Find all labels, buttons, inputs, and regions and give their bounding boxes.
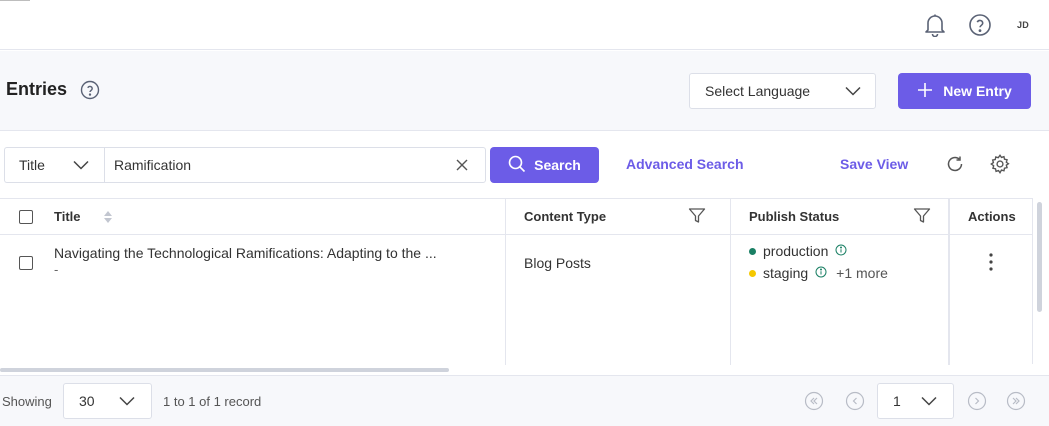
search-input[interactable] bbox=[114, 148, 444, 182]
publish-status-production: production bbox=[749, 243, 847, 259]
page-header: Entries Select Language New Entry bbox=[0, 51, 1049, 131]
status-dot bbox=[749, 269, 756, 277]
per-page-select[interactable]: 30 bbox=[63, 383, 152, 419]
language-select[interactable]: Select Language bbox=[689, 73, 876, 109]
avatar[interactable]: JD bbox=[1010, 12, 1036, 38]
language-select-label: Select Language bbox=[705, 83, 811, 99]
save-view-link[interactable]: Save View bbox=[840, 156, 908, 172]
search-icon bbox=[508, 155, 526, 176]
plus-icon bbox=[917, 82, 933, 101]
row-checkbox[interactable] bbox=[19, 256, 33, 270]
status-dot bbox=[749, 247, 756, 255]
search-input-wrapper bbox=[104, 147, 486, 183]
sort-icon[interactable] bbox=[104, 211, 112, 226]
more-vertical-icon[interactable] bbox=[983, 252, 999, 272]
next-page-icon[interactable] bbox=[967, 391, 987, 411]
showing-label: Showing bbox=[2, 394, 52, 409]
refresh-icon[interactable] bbox=[943, 152, 967, 176]
info-icon[interactable] bbox=[815, 265, 827, 281]
vertical-scrollbar-thumb[interactable] bbox=[1037, 202, 1042, 312]
advanced-search-link[interactable]: Advanced Search bbox=[626, 156, 744, 172]
search-button[interactable]: Search bbox=[490, 147, 599, 183]
chevron-down-icon bbox=[73, 157, 89, 173]
settings-gear-icon[interactable] bbox=[988, 152, 1012, 176]
column-header-publish-status: Publish Status bbox=[749, 209, 840, 224]
chevron-down-icon bbox=[845, 83, 861, 99]
filter-icon[interactable] bbox=[913, 207, 931, 228]
column-header-content-type: Content Type bbox=[524, 209, 607, 224]
entry-title[interactable]: Navigating the Technological Ramificatio… bbox=[54, 245, 437, 261]
more-environments-link[interactable]: +1 more bbox=[836, 265, 888, 281]
info-icon[interactable] bbox=[835, 243, 847, 259]
horizontal-scrollbar-thumb[interactable] bbox=[0, 368, 449, 372]
entry-subtitle: - bbox=[54, 262, 59, 277]
page-number-select[interactable]: 1 bbox=[877, 383, 954, 419]
previous-page-icon[interactable] bbox=[845, 391, 865, 411]
current-page: 1 bbox=[893, 393, 901, 409]
environment-name: production bbox=[763, 243, 829, 259]
table-row[interactable]: Navigating the Technological Ramificatio… bbox=[0, 236, 1033, 364]
column-header-actions: Actions bbox=[968, 209, 1016, 224]
new-entry-button[interactable]: New Entry bbox=[898, 73, 1031, 109]
search-field-select[interactable]: Title bbox=[4, 147, 105, 183]
help-circle-icon[interactable] bbox=[80, 80, 100, 100]
filter-icon[interactable] bbox=[688, 207, 706, 228]
environment-name: staging bbox=[763, 265, 809, 281]
pagination-footer: Showing 30 1 to 1 of 1 record 1 bbox=[0, 375, 1049, 426]
content-type-value: Blog Posts bbox=[524, 255, 591, 271]
record-count: 1 to 1 of 1 record bbox=[163, 394, 262, 409]
search-button-label: Search bbox=[534, 157, 581, 173]
top-bar: JD bbox=[0, 0, 1049, 50]
search-field-label: Title bbox=[19, 157, 45, 173]
column-header-title[interactable]: Title bbox=[54, 209, 81, 224]
publish-status-staging: staging +1 more bbox=[749, 265, 888, 281]
select-all-checkbox[interactable] bbox=[19, 210, 33, 224]
search-toolbar: Title Search Advanced Search Save View bbox=[0, 132, 1049, 198]
per-page-value: 30 bbox=[79, 393, 95, 409]
last-page-icon[interactable] bbox=[1006, 391, 1026, 411]
bell-icon[interactable] bbox=[922, 12, 948, 38]
chevron-down-icon bbox=[119, 393, 135, 409]
close-icon[interactable] bbox=[455, 158, 469, 172]
entries-table: Title Content Type Publish Status Action… bbox=[0, 198, 1033, 365]
table-header: Title Content Type Publish Status Action… bbox=[0, 199, 1033, 235]
new-entry-label: New Entry bbox=[943, 83, 1012, 99]
corner-divider bbox=[0, 0, 30, 1]
page-title: Entries bbox=[6, 79, 68, 99]
help-circle-icon[interactable] bbox=[967, 12, 993, 38]
first-page-icon[interactable] bbox=[804, 391, 824, 411]
chevron-down-icon bbox=[921, 393, 937, 409]
